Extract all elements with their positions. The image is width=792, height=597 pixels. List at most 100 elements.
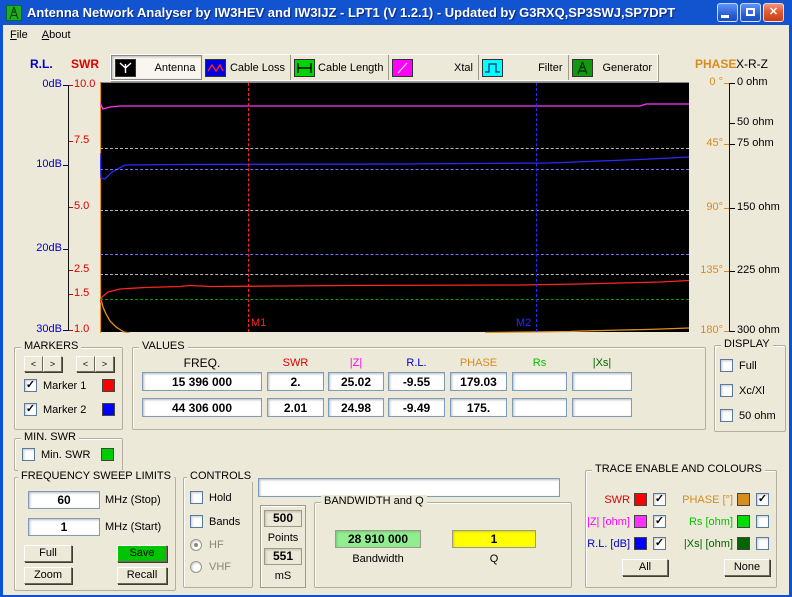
display-50ohm-checkbox[interactable] [720,409,733,422]
axis-tick-label: 10dB [36,158,62,170]
toolbar-button-antenna[interactable]: Antenna [111,55,202,80]
hf-radio[interactable] [190,539,202,551]
stop-frequency-input[interactable]: 60 [28,491,100,509]
trace-xs-checkbox[interactable] [756,537,769,550]
cable-length-icon [294,58,316,77]
axis-tick-label: 0dB [42,78,62,90]
trace-rs-checkbox[interactable] [756,515,769,528]
axis-tick-label: 135° [700,264,723,276]
axis-tick-mark [730,271,735,272]
trace-rs-label: Rs [ohm] [688,516,733,528]
ms-label: mS [274,570,292,582]
marker1-right-spinner[interactable]: > [43,356,62,372]
trace-rl-label: R.L. [dB] [587,538,630,550]
start-frequency-input[interactable]: 1 [28,518,100,536]
chart-gridline [100,169,689,170]
full-sweep-button[interactable]: Full [24,545,72,562]
zoom-button[interactable]: Zoom [24,567,72,584]
trace-phase-swatch[interactable] [737,493,750,506]
axis-tick-mark [730,123,735,124]
recall-button[interactable]: Recall [117,567,167,584]
toolbar-button-filter[interactable]: Filter [479,55,569,80]
trace-z-swatch[interactable] [634,515,647,528]
axis-tick-label: 75 ohm [737,137,774,149]
title-bar[interactable]: Antenna Network Analyser by IW3HEV and I… [0,0,792,25]
menu-bar: File About [3,25,789,45]
chart-gridline [100,274,689,275]
marker1-checkbox[interactable] [24,379,37,392]
points-value: 500 [264,510,302,527]
vhf-radio[interactable] [190,561,202,573]
bandwidth-panel-title: BANDWIDTH and Q [321,495,427,507]
axis-tick-mark [69,141,73,142]
app-icon [6,4,22,21]
axis-tick-label: 50 ohm [737,116,774,128]
toolbar-button-cable-length[interactable]: Cable Length [291,55,390,80]
axis-tick-mark [730,331,735,332]
bands-label: Bands [209,516,241,528]
chart-marker-line[interactable] [248,83,249,332]
min-swr-checkbox[interactable] [22,448,35,461]
chart-gridline [100,299,689,300]
app-window: Antenna Network Analyser by IW3HEV and I… [0,0,792,597]
toolbar-button-generator[interactable]: Generator [568,55,658,80]
menu-about[interactable]: About [35,27,78,43]
marker1-freq-value: 15 396 000 [142,372,262,391]
bandwidth-label: Bandwidth [352,553,404,565]
toolbar-label: Filter [538,61,563,74]
bands-checkbox[interactable] [190,515,203,528]
stop-frequency-label: MHz (Stop) [105,494,161,506]
axis-tick-mark [69,85,73,86]
swr-axis-title: SWR [71,57,99,71]
marker2-checkbox[interactable] [24,403,37,416]
marker2-z-value: 24.98 [328,398,384,417]
chart-marker-line[interactable] [536,83,537,332]
trace-rl-swatch[interactable] [634,537,647,550]
trace-none-button[interactable]: None [724,559,770,576]
ms-value: 551 [264,548,302,565]
hold-checkbox[interactable] [190,491,203,504]
axis-tick-mark [730,144,735,145]
toolbar-label: Xtal [454,61,473,74]
marker1-color-swatch [102,379,115,392]
display-xcxl-checkbox[interactable] [720,384,733,397]
marker2-phase-value: 175. [450,398,507,417]
trace-swr-swatch[interactable] [634,493,647,506]
menu-file[interactable]: File [3,27,35,43]
trace-phase-checkbox[interactable] [756,493,769,506]
marker2-swr-value: 2.01 [267,398,324,417]
display-panel-title: DISPLAY [721,338,773,350]
marker1-left-spinner[interactable]: < [24,356,43,372]
marker2-right-spinner[interactable]: > [95,356,114,372]
axis-tick-label: 1.5 [74,287,90,299]
close-button[interactable]: ✕ [763,3,784,22]
marker1-label: Marker 1 [43,380,87,392]
axis-tick-label: 0 ohm [737,76,768,88]
maximize-button[interactable] [740,3,761,22]
trace-all-button[interactable]: All [622,559,668,576]
chart-plot[interactable]: M1 M2 [100,82,689,333]
save-button[interactable]: Save [117,545,167,562]
axis-tick-label: 1.0 [74,323,90,335]
marker1-rl-value: -9.55 [388,372,445,391]
trace-xs-swatch[interactable] [737,537,750,550]
rl-axis-title: R.L. [30,57,53,71]
traces-svg [100,83,689,333]
q-value: 1 [452,530,536,548]
chart-marker-label: M2 [516,317,532,329]
trace-rs-swatch[interactable] [737,515,750,528]
display-full-checkbox[interactable] [720,359,733,372]
xtal-icon [392,58,414,77]
minimize-button[interactable] [717,3,738,22]
axis-tick-label: 20dB [36,242,62,254]
display-xcxl-label: Xc/Xl [739,385,765,397]
toolbar-button-xtal[interactable]: Xtal [389,55,479,80]
phase-axis-title: PHASE [695,57,737,71]
toolbar-label: Cable Loss [229,61,286,74]
chart-gridline [100,148,689,149]
marker2-rl-value: -9.49 [388,398,445,417]
bandwidth-value: 28 910 000 [335,530,421,548]
axis-tick-label: 2.5 [74,263,90,275]
toolbar-button-cable-loss[interactable]: Cable Loss [201,55,292,80]
marker2-left-spinner[interactable]: < [76,356,95,372]
